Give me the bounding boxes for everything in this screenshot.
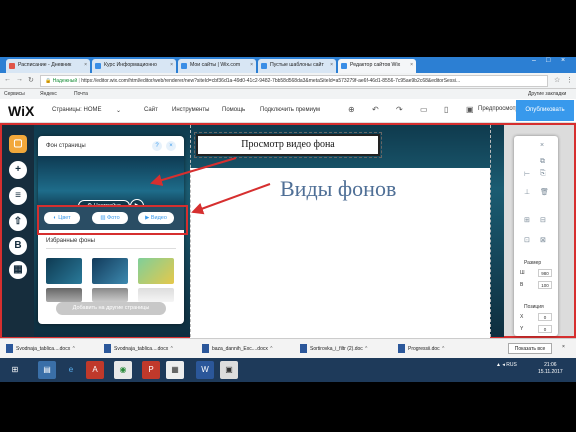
start-icon[interactable]: ⊞ [6,361,24,379]
downloads-bar: Svodnaja_tablica....docx ⌃ Svodnaja_tabl… [0,338,576,358]
arrow-to-types [191,183,271,215]
download-item[interactable]: Progressii.doc ⌃ [398,344,445,353]
system-tray: ▲ ◂ RUS [496,362,517,368]
date: 15.11.2017 [538,369,563,375]
notepad-icon[interactable]: ▦ [166,361,184,379]
explorer-icon[interactable]: ▤ [38,361,56,379]
download-item[interactable]: Svodnaja_tablica....docx ⌃ [6,344,76,353]
ie-icon[interactable]: e [62,361,80,379]
time: 21:06 [544,362,557,368]
app-icon[interactable]: ▣ [220,361,238,379]
download-item[interactable]: Sortirovka_i_filtr (2).doc ⌃ [300,344,368,353]
close-icon[interactable]: × [562,344,565,350]
chrome-icon[interactable]: ◉ [114,361,132,379]
clock[interactable]: 21:06 15.11.2017 [538,362,563,376]
powerpoint-icon[interactable]: P [142,361,160,379]
language-indicator[interactable]: RUS [506,362,517,368]
word-doc-icon [398,344,405,353]
pdf-icon[interactable]: A [86,361,104,379]
word-icon[interactable]: W [196,361,214,379]
taskbar: ⊞ ▤ e A ◉ P ▦ W ▣ ▲ ◂ RUS 21:06 15.11.20… [0,358,576,382]
download-item[interactable]: baza_dannih_Exc....docx ⌃ [202,344,273,353]
show-all-button[interactable]: Показать все [508,343,552,354]
word-doc-icon [104,344,111,353]
word-doc-icon [300,344,307,353]
word-doc-icon [202,344,209,353]
word-doc-icon [6,344,13,353]
download-item[interactable]: Svodnaja_tablica....docx ⌃ [104,344,174,353]
arrow-to-play [150,157,237,186]
